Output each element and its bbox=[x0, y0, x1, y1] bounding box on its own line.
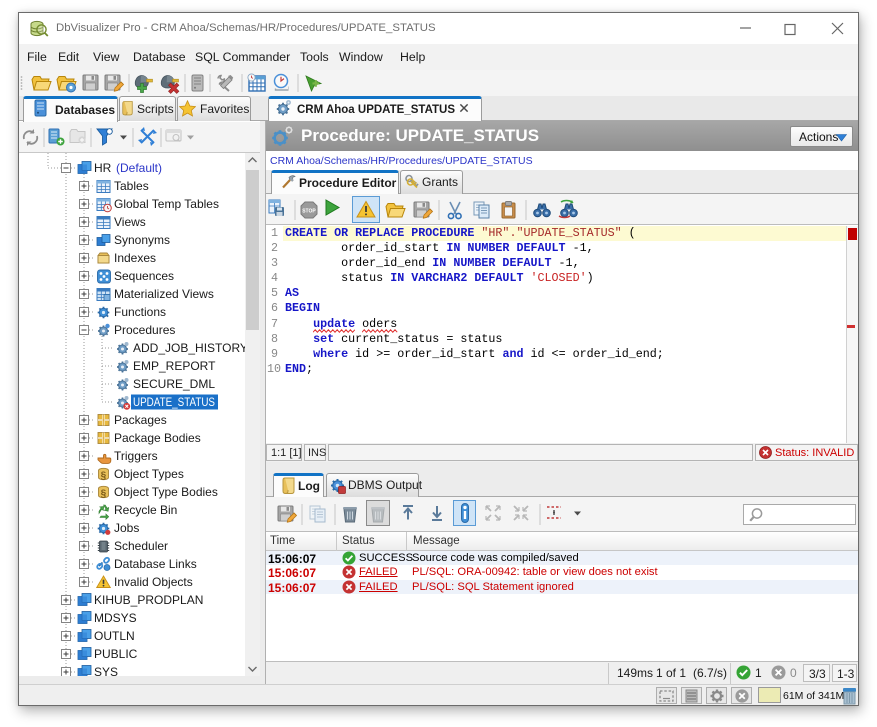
svg-text:Object Type Bodies: Object Type Bodies bbox=[114, 485, 218, 499]
svg-text:Scheduler: Scheduler bbox=[114, 539, 168, 553]
svg-text:MDSYS: MDSYS bbox=[94, 611, 137, 625]
svg-text:Sequences: Sequences bbox=[114, 269, 174, 283]
svg-text:Invalid Objects: Invalid Objects bbox=[114, 575, 193, 589]
svg-text:OUTLN: OUTLN bbox=[94, 629, 135, 643]
svg-text:Views: Views bbox=[114, 215, 146, 229]
svg-text:UPDATE_STATUS: UPDATE_STATUS bbox=[133, 395, 215, 409]
svg-text:PUBLIC: PUBLIC bbox=[94, 647, 138, 661]
svg-text:Functions: Functions bbox=[114, 305, 166, 319]
svg-text:EMP_REPORT: EMP_REPORT bbox=[133, 359, 216, 373]
svg-text:Synonyms: Synonyms bbox=[114, 233, 170, 247]
svg-text:ADD_JOB_HISTORY: ADD_JOB_HISTORY bbox=[133, 341, 245, 355]
svg-text:Recycle Bin: Recycle Bin bbox=[114, 503, 177, 517]
svg-text:Materialized Views: Materialized Views bbox=[114, 287, 214, 301]
svg-text:HR: HR bbox=[94, 161, 112, 175]
svg-text:KIHUB_PRODPLAN: KIHUB_PRODPLAN bbox=[94, 593, 203, 607]
svg-text:Database Links: Database Links bbox=[114, 557, 197, 571]
svg-text:Tables: Tables bbox=[114, 179, 149, 193]
svg-text:SECURE_DML: SECURE_DML bbox=[133, 377, 215, 391]
svg-text:Packages: Packages bbox=[114, 413, 167, 427]
svg-text:Package Bodies: Package Bodies bbox=[114, 431, 201, 445]
svg-text:Global Temp Tables: Global Temp Tables bbox=[114, 197, 219, 211]
svg-text:Triggers: Triggers bbox=[114, 449, 158, 463]
svg-text:Jobs: Jobs bbox=[114, 521, 139, 535]
svg-text:Indexes: Indexes bbox=[114, 251, 156, 265]
svg-text:Object Types: Object Types bbox=[114, 467, 184, 481]
svg-text:(Default): (Default) bbox=[116, 161, 162, 175]
svg-text:Procedures: Procedures bbox=[114, 323, 175, 337]
